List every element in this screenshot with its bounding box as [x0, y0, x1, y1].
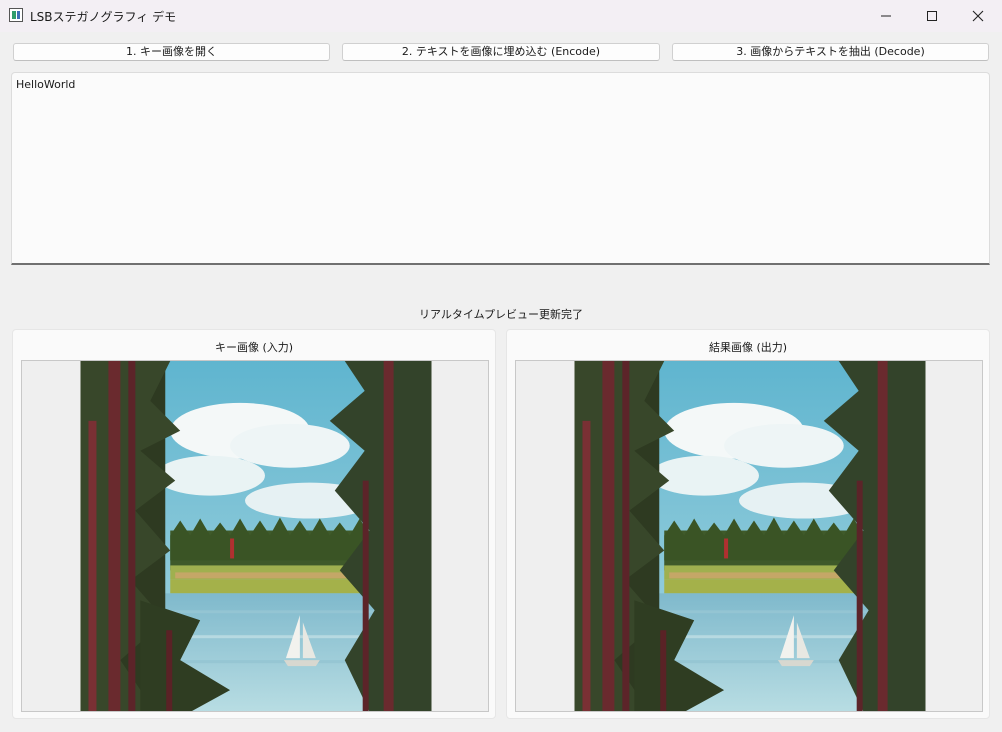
window-title: LSBステガノグラフィ デモ	[30, 10, 177, 24]
encode-button[interactable]: 2. テキストを画像に埋め込む (Encode)	[342, 43, 660, 61]
input-image-panel: キー画像 (入力)	[12, 329, 496, 719]
result-image	[574, 361, 926, 711]
decode-button[interactable]: 3. 画像からテキストを抽出 (Decode)	[672, 43, 989, 61]
input-image-frame	[21, 360, 489, 712]
key-image	[80, 361, 432, 711]
output-image-frame	[515, 360, 983, 712]
app-window-icon	[9, 8, 23, 22]
output-panel-title: 結果画像 (出力)	[708, 341, 788, 354]
output-image-panel: 結果画像 (出力)	[506, 329, 990, 719]
open-key-image-button[interactable]: 1. キー画像を開く	[13, 43, 330, 61]
status-label: リアルタイムプレビュー更新完了	[418, 308, 583, 321]
minimize-button[interactable]	[863, 0, 909, 32]
message-text: HelloWorld	[16, 78, 76, 91]
input-panel-title: キー画像 (入力)	[214, 341, 294, 354]
close-icon	[972, 10, 984, 22]
maximize-icon	[927, 11, 937, 21]
title-bar: LSBステガノグラフィ デモ	[0, 0, 1002, 32]
close-button[interactable]	[955, 0, 1001, 32]
message-text-area[interactable]: HelloWorld	[11, 72, 990, 265]
maximize-button[interactable]	[909, 0, 955, 32]
minimize-icon	[881, 15, 891, 17]
